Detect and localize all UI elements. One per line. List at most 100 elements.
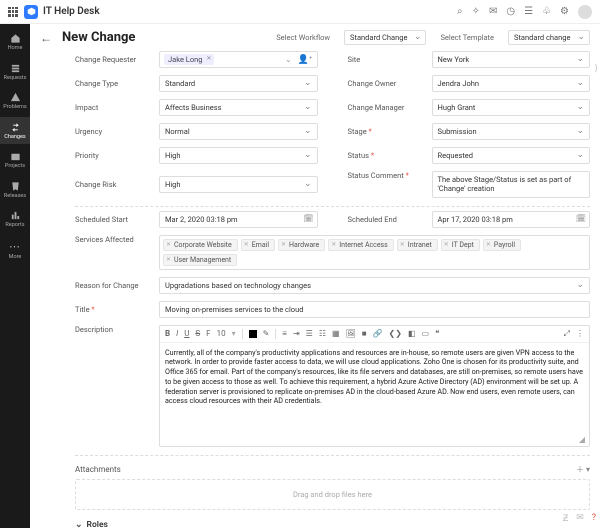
urgency-select[interactable]: Normal [159,123,318,140]
clear-format-icon[interactable]: ✎ [263,329,270,338]
right-rail: ⟩ [594,64,598,74]
select-template-dropdown[interactable]: Standard change [508,30,590,45]
font-size-select[interactable]: 10 [217,329,226,338]
hr-icon[interactable]: ▭ [422,329,430,338]
stage-label: Stage [348,127,426,136]
title-label: Title [75,305,153,314]
change-owner-select[interactable]: Jendra John [432,75,591,92]
scheduled-start-input[interactable]: Mar 2, 2020 03:18 pm [159,211,318,228]
service-chip[interactable]: Payroll [483,239,521,251]
image-icon[interactable]: 🖼 [346,329,356,338]
bell-icon[interactable]: ♧ [542,6,551,17]
service-chip[interactable]: IT Dept [441,239,480,251]
description-label: Description [75,325,153,334]
align-icon[interactable]: ≡ [282,329,287,338]
video-icon[interactable]: ■ [362,329,367,338]
chat-icon[interactable]: ✉ [489,6,497,17]
attachments-header: Attachments ＋ ▾ [75,460,590,479]
nav-more[interactable]: ⋯More [0,235,30,265]
top-icons: ⌕ ✧ ✉ ◷ ☰ ♧ ⚙ [457,5,592,19]
indent-icon[interactable]: ⇥ [293,329,300,338]
service-chip[interactable]: Email [241,239,275,251]
link-icon[interactable]: 🔗 [373,329,383,338]
status-comment-label: Status Comment [348,171,426,180]
calendar-icon[interactable]: 🗓 [576,214,586,223]
text-color-icon[interactable] [249,330,257,338]
change-requester-input[interactable]: Jake Long ⌄ 👤⁺ [159,51,318,68]
nav-home[interactable]: Home [0,28,30,56]
strike-icon[interactable]: S [195,329,200,338]
nav-projects[interactable]: Projects [0,146,30,174]
service-chip[interactable]: Corporate Website [163,239,238,251]
add-user-icon[interactable]: 👤⁺ [298,55,313,65]
embed-icon[interactable]: ◧ [408,329,416,338]
requester-token[interactable]: Jake Long [164,54,214,65]
page-header: ← New Change Select Workflow Standard Ch… [30,24,600,51]
help-icon[interactable]: ? [592,513,596,524]
nav-problems[interactable]: Problems [0,87,30,115]
collapse-icon[interactable]: ⟩ [594,64,598,74]
services-affected-multiselect[interactable]: Corporate WebsiteEmailHardwareInternet A… [159,235,590,270]
priority-select[interactable]: High [159,147,318,164]
font-family-icon[interactable]: F [206,329,210,338]
description-body[interactable]: Currently, all of the company's producti… [160,343,589,433]
roles-heading[interactable]: Roles [75,520,590,528]
more-icon[interactable]: ⋮ [576,329,584,338]
sparkle-icon[interactable]: ✧ [472,6,480,17]
nav-releases[interactable]: Releases [0,176,30,204]
service-chip[interactable]: Internet Access [328,239,394,251]
app-launcher-icon[interactable] [8,7,18,17]
change-form: Change Requester Jake Long ⌄👤⁺ Site New … [30,51,600,528]
urgency-label: Urgency [75,127,153,136]
nav-changes[interactable]: Changes [0,117,30,145]
select-workflow-dropdown[interactable]: Standard Change [344,30,426,45]
calendar-icon[interactable]: 🗓 [303,214,313,223]
priority-label: Priority [75,151,153,160]
attachments-dropzone[interactable]: Drag and drop files here [75,479,590,510]
expand-icon[interactable]: ⤢ [564,329,570,339]
status-select[interactable]: Requested [432,147,591,164]
nav-reports[interactable]: Reports [0,205,30,233]
bold-icon[interactable]: B [165,329,170,338]
avatar[interactable] [578,5,592,19]
nav-requests[interactable]: Requests [0,58,30,86]
rte-toolbar: B I U S F 10▾ ✎ ≡ ⇥ [160,326,589,343]
service-chip[interactable]: Hardware [278,239,325,251]
page-title: New Change [62,30,135,45]
add-attachment-icon[interactable]: ＋ ▾ [576,464,590,475]
change-type-label: Change Type [75,79,153,88]
gear-icon[interactable]: ⚙ [560,6,569,17]
app-logo [24,5,38,19]
bullet-list-icon[interactable]: ☰ [306,329,313,338]
quote-icon[interactable]: ❝ [435,329,439,338]
search-icon[interactable]: ⌕ [457,6,463,17]
impact-select[interactable]: Affects Business [159,99,318,116]
chat-toggle-icon[interactable]: ✉ [576,513,584,524]
zia-icon[interactable]: Ƶ [563,513,569,524]
change-manager-select[interactable]: Hugh Grant [432,99,591,116]
code-icon[interactable]: ❮❯ [389,329,402,338]
underline-icon[interactable]: U [184,329,189,338]
status-comment-textarea[interactable]: The above Stage/Status is set as part of… [432,171,591,198]
italic-icon[interactable]: I [176,329,178,338]
stage-select[interactable]: Submission [432,123,591,140]
change-risk-select[interactable]: High [159,176,318,193]
number-list-icon[interactable]: ☷ [319,329,326,338]
services-affected-label: Services Affected [75,235,153,244]
site-select[interactable]: New York [432,51,591,68]
calendar-icon[interactable]: ☰ [524,6,533,17]
change-type-select[interactable]: Standard [159,75,318,92]
service-chip[interactable]: User Management [163,254,237,266]
title-input[interactable]: Moving on-premises services to the cloud [159,301,590,318]
chevron-down-icon[interactable]: ⌄ [285,55,292,64]
back-arrow-icon[interactable]: ← [40,31,52,45]
select-workflow-label: Select Workflow [276,33,330,42]
service-chip[interactable]: Intranet [397,239,438,251]
resize-handle-icon[interactable]: ◢ [579,435,585,444]
table-icon[interactable]: ▦ [332,329,340,338]
reason-select[interactable]: Upgradations based on technology changes [159,277,590,294]
timer-icon[interactable]: ◷ [506,6,515,17]
site-label: Site [348,55,426,64]
scheduled-end-input[interactable]: Apr 17, 2020 03:18 pm [432,211,591,228]
scheduled-end-label: Scheduled End [348,215,426,224]
